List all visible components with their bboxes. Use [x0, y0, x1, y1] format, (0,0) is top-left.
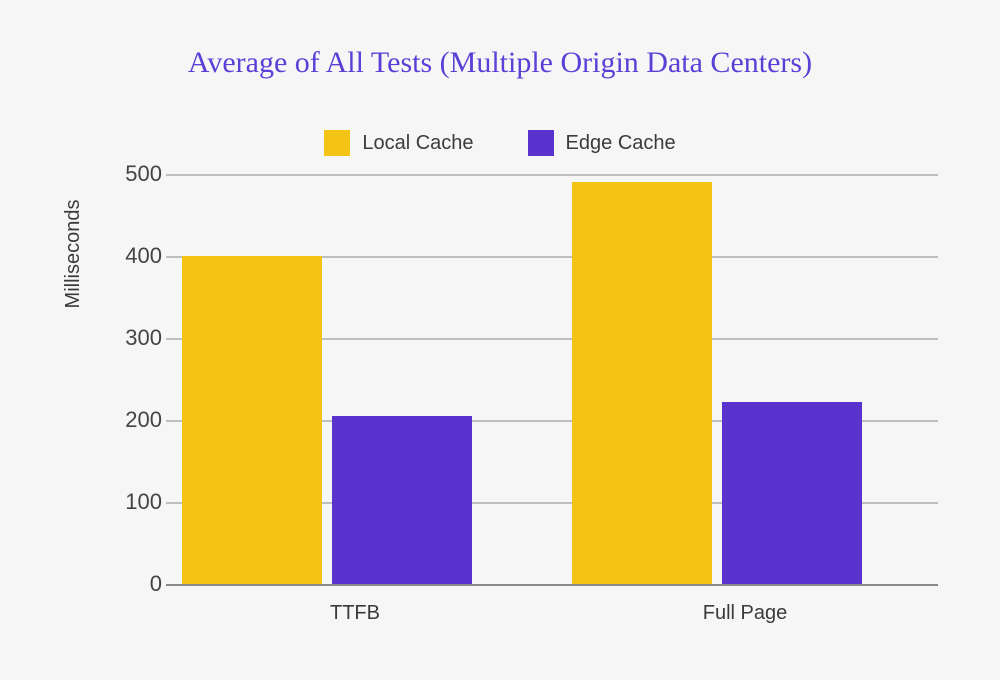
y-tick-200: 200 — [92, 407, 162, 433]
legend-label-edge: Edge Cache — [566, 132, 676, 155]
chart-title: Average of All Tests (Multiple Origin Da… — [0, 46, 1000, 80]
x-cat-ttfb: TTFB — [280, 602, 430, 625]
bar-fullpage-local — [572, 182, 712, 584]
y-tick-300: 300 — [92, 325, 162, 351]
y-axis-label: Milliseconds — [62, 144, 85, 364]
legend-item-local: Local Cache — [324, 130, 473, 156]
legend-label-local: Local Cache — [362, 132, 473, 155]
y-tick-500: 500 — [92, 161, 162, 187]
gridline — [166, 174, 938, 176]
legend-item-edge: Edge Cache — [528, 130, 676, 156]
plot-area — [172, 174, 938, 584]
y-tick-0: 0 — [92, 571, 162, 597]
x-axis-line — [166, 584, 938, 586]
legend: Local Cache Edge Cache — [0, 130, 1000, 156]
y-tick-400: 400 — [92, 243, 162, 269]
bar-ttfb-local — [182, 256, 322, 584]
legend-swatch-edge — [528, 130, 554, 156]
x-cat-fullpage: Full Page — [670, 602, 820, 625]
legend-swatch-local — [324, 130, 350, 156]
bar-fullpage-edge — [722, 402, 862, 584]
bar-ttfb-edge — [332, 416, 472, 584]
y-tick-100: 100 — [92, 489, 162, 515]
